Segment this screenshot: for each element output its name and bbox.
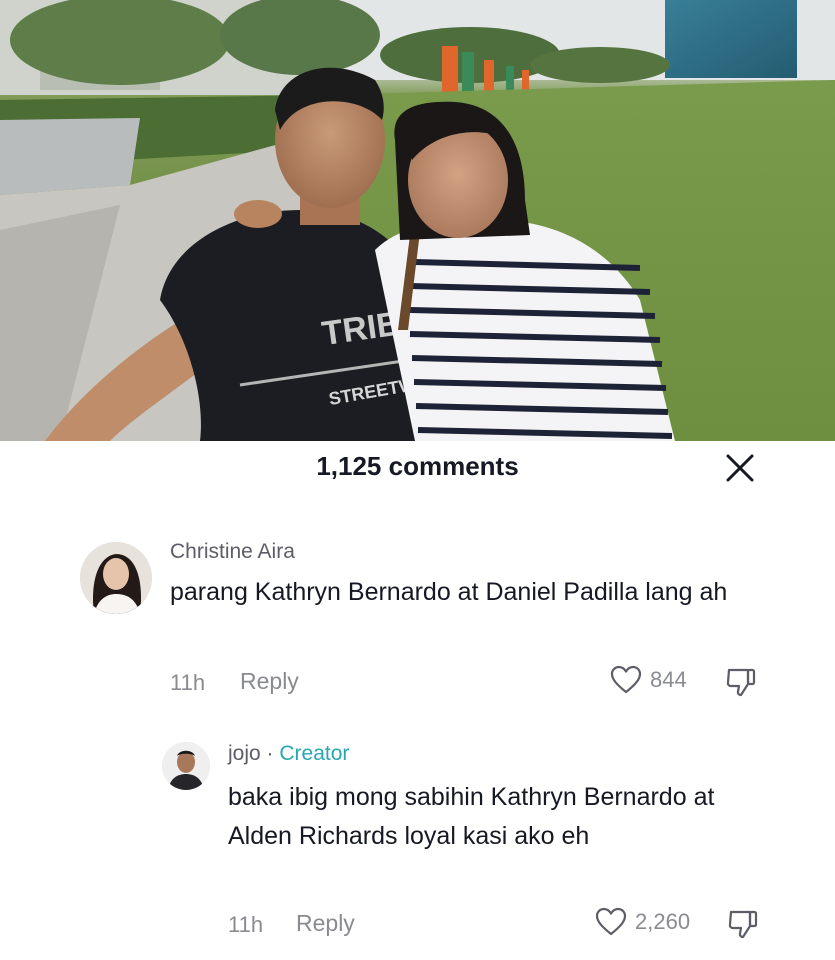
comment-item: Christine Aira parang Kathryn Bernardo a… — [0, 520, 835, 720]
user-avatar-image — [80, 542, 152, 614]
username-text[interactable]: jojo — [228, 742, 261, 765]
creator-badge: Creator — [279, 742, 350, 765]
video-thumbnail[interactable]: TRIBE STREETWEAR — [0, 0, 835, 441]
dislike-button[interactable] — [726, 908, 760, 945]
heart-icon — [595, 907, 627, 936]
selfie-photo: TRIBE STREETWEAR — [0, 0, 835, 441]
heart-icon — [610, 665, 642, 694]
close-icon — [726, 454, 754, 482]
comments-sheet-header: 1,125 comments — [0, 441, 835, 497]
comment-timestamp: 11h — [170, 670, 206, 695]
thumbs-down-icon — [726, 668, 756, 697]
like-count: 2,260 — [635, 909, 691, 934]
comment-text: parang Kathryn Bernardo at Daniel Padill… — [170, 578, 728, 606]
thumbs-down-icon — [728, 910, 758, 939]
avatar[interactable] — [80, 542, 152, 614]
comment-count-title: 1,125 comments — [316, 451, 519, 481]
comment-username[interactable]: Christine Aira — [170, 540, 295, 564]
reply-button[interactable]: Reply — [240, 668, 299, 695]
badge-separator: · — [266, 742, 274, 765]
comment-text: baka ibig mong sabihin Kathryn Bernardo … — [228, 783, 715, 850]
dislike-button[interactable] — [724, 666, 758, 703]
comment-timestamp: 11h — [228, 912, 264, 937]
reply-button[interactable]: Reply — [296, 910, 355, 937]
avatar[interactable] — [162, 742, 210, 790]
reply-item: jojo · Creator baka ibig mong sabihin Ka… — [0, 730, 835, 955]
like-button[interactable]: 844 — [610, 665, 687, 695]
creator-avatar-image — [162, 742, 210, 790]
close-button[interactable] — [720, 448, 760, 488]
like-button[interactable]: 2,260 — [595, 907, 690, 937]
comment-username[interactable]: jojo · Creator — [228, 742, 349, 766]
like-count: 844 — [650, 667, 687, 692]
